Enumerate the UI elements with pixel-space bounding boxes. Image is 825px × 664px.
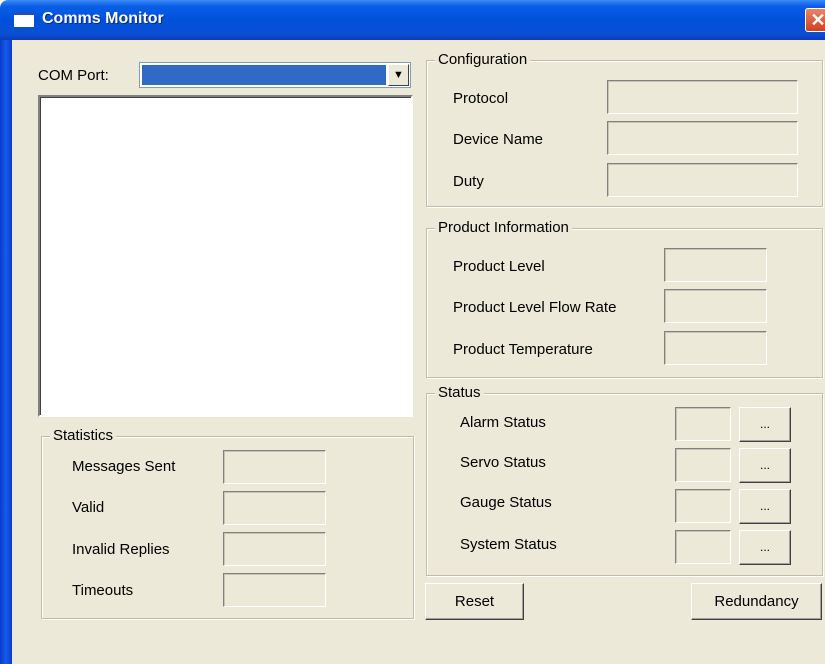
servo-status-field	[675, 448, 731, 482]
valid-field	[223, 491, 326, 525]
timeouts-label: Timeouts	[72, 582, 134, 599]
system-status-details-button[interactable]: ...	[739, 530, 791, 565]
com-port-select[interactable]: ▼	[139, 62, 411, 88]
status-group: Status Alarm Status ... Servo Status ...…	[426, 384, 823, 576]
product-temperature-label: Product Temperature	[453, 341, 593, 358]
messages-sent-field	[223, 450, 326, 484]
window-title: Comms Monitor	[42, 10, 164, 27]
servo-status-label: Servo Status	[460, 454, 546, 471]
device-name-field	[607, 121, 798, 155]
redundancy-button[interactable]: Redundancy	[691, 583, 822, 620]
alarm-status-details-button[interactable]: ...	[739, 407, 791, 442]
window-frame-left	[0, 40, 12, 664]
product-temperature-field	[664, 331, 767, 365]
statistics-title: Statistics	[50, 427, 117, 444]
com-port-selected-value	[142, 65, 386, 85]
alarm-status-field	[675, 407, 731, 441]
system-status-label: System Status	[460, 536, 557, 553]
invalid-replies-label: Invalid Replies	[72, 541, 170, 558]
protocol-label: Protocol	[453, 90, 509, 107]
com-port-label: COM Port:	[38, 67, 109, 84]
window-icon	[14, 12, 34, 27]
system-status-field	[675, 530, 731, 564]
protocol-field	[607, 80, 798, 114]
chevron-down-icon[interactable]: ▼	[388, 64, 409, 86]
statistics-group: Statistics Messages Sent Valid Invalid R…	[41, 427, 414, 619]
alarm-status-label: Alarm Status	[460, 414, 546, 431]
product-level-flow-rate-label: Product Level Flow Rate	[453, 299, 617, 316]
gauge-status-field	[675, 489, 731, 523]
configuration-title: Configuration	[435, 51, 531, 68]
duty-label: Duty	[453, 173, 484, 190]
client-area: COM Port: ▼ Statistics Messages Sent Val…	[12, 40, 825, 664]
comms-monitor-window: Comms Monitor ✕ COM Port: ▼ Statistics M…	[0, 0, 825, 664]
servo-status-details-button[interactable]: ...	[739, 448, 791, 483]
message-list[interactable]	[38, 95, 413, 417]
timeouts-field	[223, 573, 326, 607]
reset-button[interactable]: Reset	[425, 583, 524, 620]
title-bar[interactable]: Comms Monitor ✕	[0, 0, 825, 40]
product-information-title: Product Information	[435, 219, 572, 236]
product-level-flow-rate-field	[664, 289, 767, 323]
device-name-label: Device Name	[453, 131, 544, 148]
product-level-label: Product Level	[453, 258, 545, 275]
messages-sent-label: Messages Sent	[72, 458, 176, 475]
gauge-status-label: Gauge Status	[460, 494, 552, 511]
configuration-group: Configuration Protocol Device Name Duty	[426, 51, 823, 207]
close-button[interactable]: ✕	[805, 8, 825, 32]
invalid-replies-field	[223, 532, 326, 566]
gauge-status-details-button[interactable]: ...	[739, 489, 791, 524]
duty-field	[607, 163, 798, 197]
product-level-field	[664, 248, 767, 282]
product-information-group: Product Information Product Level Produc…	[426, 219, 823, 378]
status-title: Status	[435, 384, 484, 401]
valid-label: Valid	[72, 499, 105, 516]
